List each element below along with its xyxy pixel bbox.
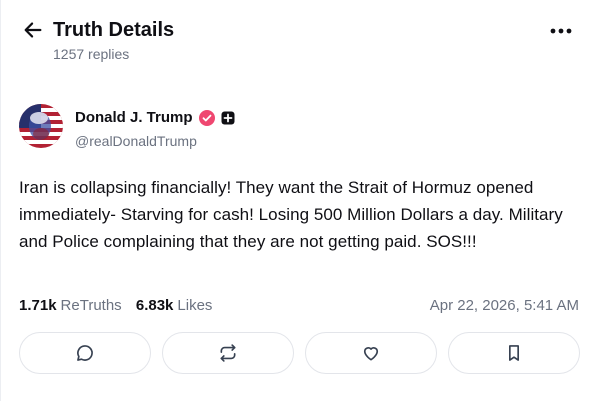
retruths-count: 1.71k [19,297,57,314]
header: Truth Details 1257 replies [1,0,598,80]
more-options-button[interactable] [547,22,575,40]
replies-count: 1257 replies [53,46,130,62]
retruths-stat[interactable]: 1.71k ReTruths [19,295,122,317]
page-title: Truth Details [53,19,175,41]
action-bar [19,332,581,376]
likes-label: Likes [177,297,213,314]
author-block: Donald J. Trump @realDonaldTrump [19,104,579,152]
post-timestamp: Apr 22, 2026, 5:41 AM [429,297,579,314]
author-name[interactable]: Donald J. Trump [75,108,193,128]
arrow-left-icon [24,22,42,38]
verified-badge-icon [198,110,215,126]
reply-icon [77,345,93,361]
truth-details-page: Truth Details 1257 replies Donald J. Tru… [0,0,598,401]
retruth-icon [220,344,236,362]
plus-badge-icon [221,111,235,125]
author-handle[interactable]: @realDonaldTrump [75,132,197,150]
heart-icon [363,347,379,361]
bookmark-icon [509,345,519,361]
post-stats: 1.71k ReTruths 6.83k Likes Apr 22, 2026, 5… [19,295,579,317]
more-horizontal-icon [550,28,572,34]
reply-button[interactable] [19,332,151,374]
likes-count: 6.83k [135,297,174,314]
avatar[interactable] [19,104,63,148]
retruth-button[interactable] [162,332,294,374]
bookmark-button[interactable] [448,332,580,374]
back-button[interactable] [19,16,47,44]
retruths-label: ReTruths [60,297,122,314]
likes-stat[interactable]: 6.83k Likes [136,295,213,317]
like-button[interactable] [305,332,437,374]
post-text: Iran is collapsing financially! They wan… [19,178,563,251]
